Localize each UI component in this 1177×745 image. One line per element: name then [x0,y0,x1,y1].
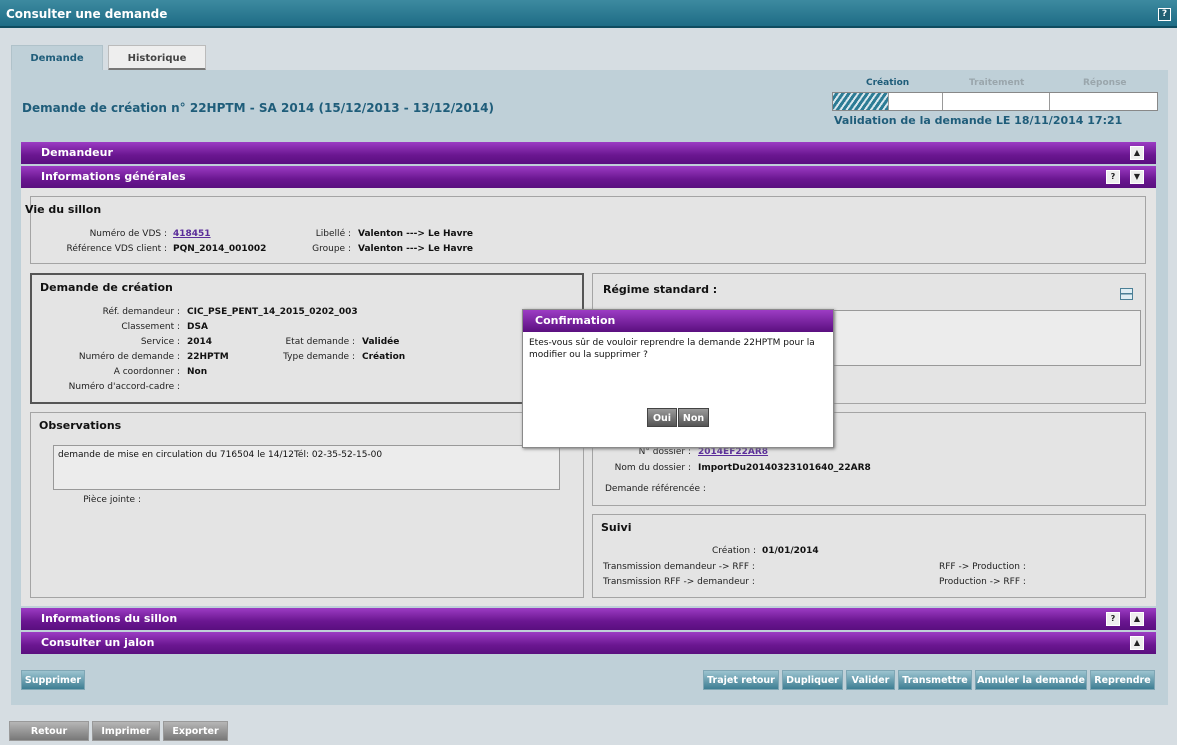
section-consulter-jalon[interactable]: Consulter un jalon ▲ [21,632,1156,654]
imprimer-button[interactable]: Imprimer [92,721,160,741]
suivi-creation-value: 01/01/2014 [762,546,819,556]
suivi-box: Suivi Création : 01/01/2014 Transmission… [592,514,1146,598]
window-title: Consulter une demande [6,7,168,21]
coordonner-label: A coordonner : [113,367,180,377]
expand-up-icon[interactable]: ▲ [1130,612,1144,626]
step-reponse-label: Réponse [1083,78,1127,88]
observations-box: Observations demande de mise en circulat… [30,412,584,598]
observations-textarea[interactable]: demande de mise en circulation du 716504… [53,445,560,490]
etat-demande-value: Validée [362,337,400,347]
numero-dossier-link[interactable]: 2014EF22AR8 [698,447,768,457]
ref-vds-label: Référence VDS client : [66,244,167,254]
type-demande-label: Type demande : [283,352,355,362]
groupe-value: Valenton ---> Le Havre [358,244,474,254]
tab-historique[interactable]: Historique [108,45,206,71]
progress-steps-bar [832,92,1158,111]
ref-demandeur-label: Réf. demandeur : [102,307,180,317]
numero-demande-value: 22HPTM [187,352,229,362]
supprimer-button[interactable]: Supprimer [21,670,85,690]
tab-demande[interactable]: Demande [11,45,103,71]
libelle-label: Libellé : [315,229,351,239]
annuler-demande-button[interactable]: Annuler la demande [975,670,1087,690]
libelle-value: Valenton ---> Le Havre [358,229,474,239]
accord-cadre-label: Numéro d'accord-cadre : [68,382,180,392]
numero-dossier-label: N° dossier : [638,447,691,457]
ref-vds-value: PQN_2014_001002 [173,244,267,254]
window-titlebar: Consulter une demande ? [0,0,1177,28]
vie-sillon-box: Vie du sillon Numéro de VDS : 418451 Réf… [25,196,1146,264]
step-traitement-fill [943,93,1050,110]
expand-up-icon[interactable]: ▲ [1130,636,1144,650]
exporter-button[interactable]: Exporter [163,721,228,741]
piece-jointe-label: Pièce jointe : [83,495,141,505]
valider-button[interactable]: Valider [846,670,895,690]
etat-demande-label: Etat demande : [285,337,356,347]
section-informations-sillon-label: Informations du sillon [41,612,178,625]
service-label: Service : [140,337,180,347]
demande-creation-box: Demande de création Réf. demandeur : CIC… [30,273,584,404]
regime-standard-title: Régime standard : [603,283,718,296]
demande-creation-title: Demande de création [40,281,173,294]
groupe-label: Groupe : [312,244,351,254]
step-creation-fill [833,93,889,110]
observations-title: Observations [39,419,122,432]
dialog-message: Etes-vous sûr de vouloir reprendre la de… [529,338,815,360]
section-consulter-jalon-label: Consulter un jalon [41,636,155,649]
vie-sillon-title: Vie du sillon [25,203,102,216]
service-value: 2014 [187,337,213,347]
expand-up-icon[interactable]: ▲ [1130,146,1144,160]
numero-demande-label: Numéro de demande : [78,352,180,362]
calendar-icon[interactable] [1120,288,1133,300]
rff-production-label: RFF -> Production : [939,562,1026,572]
collapse-down-icon[interactable]: ▼ [1130,170,1144,184]
validation-status: Validation de la demande LE 18/11/2014 1… [834,114,1123,127]
section-demandeur-label: Demandeur [41,146,113,159]
transmission-rff-demandeur-label: Transmission RFF -> demandeur : [603,577,755,587]
retour-button[interactable]: Retour [9,721,89,741]
demand-title: Demande de création n° 22HPTM - SA 2014 … [22,101,494,115]
type-demande-value: Création [362,352,406,362]
section-demandeur[interactable]: Demandeur ▲ [21,142,1156,164]
demande-referencee-label: Demande référencée : [605,484,706,494]
section-informations-generales-label: Informations générales [41,170,186,183]
numero-vds-label: Numéro de VDS : [89,229,167,239]
classement-value: DSA [187,322,208,332]
trajet-retour-button[interactable]: Trajet retour [703,670,779,690]
regime-standard-textarea[interactable] [829,310,1141,366]
step-reponse-fill [1050,93,1157,110]
coordonner-value: Non [187,367,208,377]
help-icon[interactable]: ? [1158,8,1171,21]
numero-vds-link[interactable]: 418451 [173,229,211,239]
help-icon[interactable]: ? [1106,612,1120,626]
nom-dossier-label: Nom du dossier : [614,463,691,473]
classement-label: Classement : [121,322,180,332]
dupliquer-button[interactable]: Dupliquer [782,670,843,690]
confirmation-dialog: Confirmation Etes-vous sûr de vouloir re… [522,309,834,448]
suivi-creation-label: Création : [712,546,756,556]
suivi-title: Suivi [601,521,632,534]
step-creation-label: Création [866,78,910,88]
step-traitement-label: Traitement [969,78,1025,88]
section-informations-generales[interactable]: Informations générales ? ▼ [21,166,1156,188]
non-button[interactable]: Non [678,408,709,427]
help-icon[interactable]: ? [1106,170,1120,184]
transmettre-button[interactable]: Transmettre [898,670,972,690]
reprendre-button[interactable]: Reprendre [1090,670,1155,690]
ref-demandeur-value: CIC_PSE_PENT_14_2015_0202_003 [187,307,358,317]
production-rff-label: Production -> RFF : [939,577,1026,587]
nom-dossier-value: ImportDu20140323101640_22AR8 [698,463,871,473]
step-empty-1 [889,93,943,110]
dialog-title: Confirmation [523,310,833,332]
section-informations-sillon[interactable]: Informations du sillon ? ▲ [21,608,1156,630]
transmission-demandeur-rff-label: Transmission demandeur -> RFF : [603,562,755,572]
progress-steps-labels: Création Traitement Réponse [832,78,1158,90]
oui-button[interactable]: Oui [647,408,677,427]
